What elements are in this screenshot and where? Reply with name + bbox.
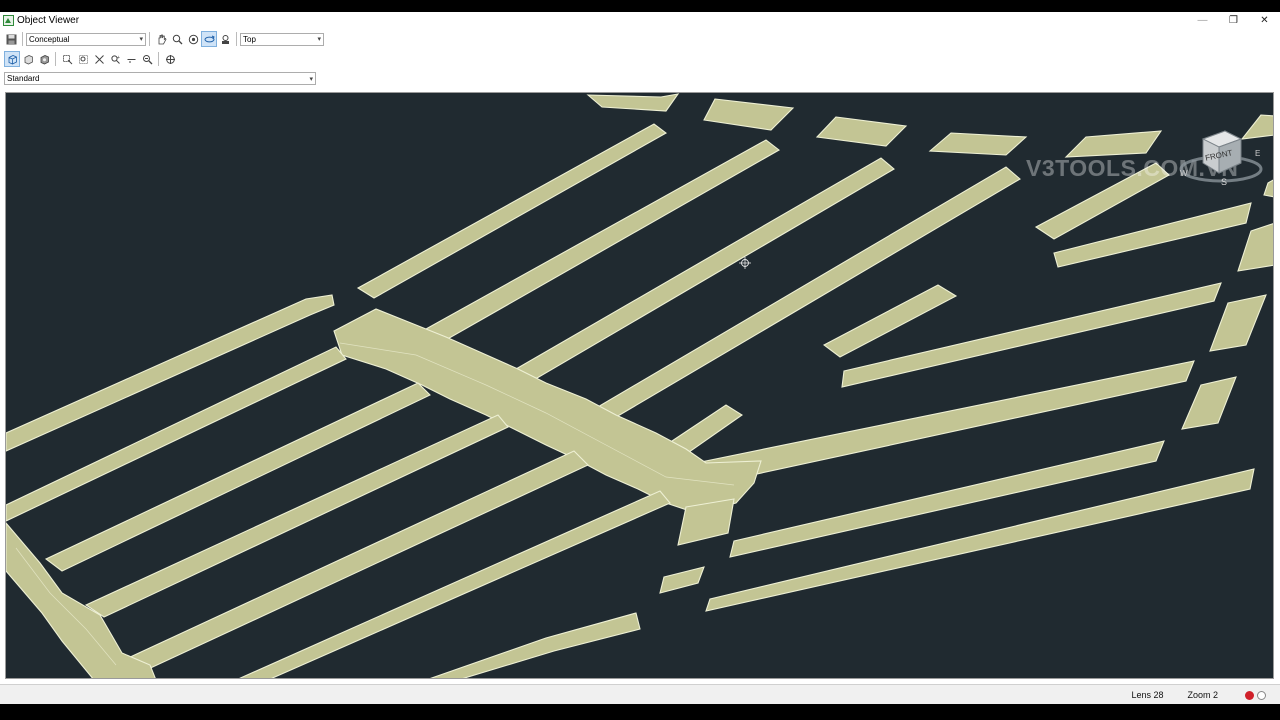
toolbar-separator bbox=[55, 52, 56, 66]
road-segment bbox=[1181, 376, 1237, 430]
compass-w-label: W bbox=[1180, 169, 1188, 178]
orbit-cursor-icon bbox=[739, 256, 751, 274]
toolbar-row-1: Conceptual ▾ Top ▾ bbox=[0, 29, 330, 49]
toolbar-separator bbox=[158, 52, 159, 66]
save-icon[interactable] bbox=[4, 32, 18, 46]
zoom-window-icon[interactable] bbox=[60, 52, 74, 66]
3d-viewport[interactable]: V3TOOLS.COM.VN FRONT W S E bbox=[5, 92, 1274, 679]
road-segment bbox=[928, 132, 1028, 156]
zoom-status: Zoom 2 bbox=[1187, 690, 1218, 700]
zoom-out-icon[interactable] bbox=[124, 52, 138, 66]
road-segment bbox=[1209, 294, 1267, 352]
status-lights[interactable] bbox=[1242, 690, 1266, 700]
chevron-down-icon: ▾ bbox=[309, 75, 313, 83]
road-segment bbox=[430, 612, 641, 678]
road-segment bbox=[586, 93, 680, 112]
road-segment bbox=[822, 284, 958, 358]
viewcube[interactable]: FRONT W S E bbox=[1169, 121, 1265, 193]
object-viewer-window: Object Viewer — ❐ ✕ Conceptual ▾ Top ▾ +… bbox=[0, 12, 1280, 705]
road-segment bbox=[703, 98, 795, 131]
chevron-down-icon: ▾ bbox=[317, 36, 321, 43]
svg-text:+: + bbox=[117, 55, 120, 61]
road-segment bbox=[356, 123, 668, 299]
window-title: Object Viewer bbox=[17, 15, 80, 26]
road-segment bbox=[659, 566, 705, 594]
toolbar-separator bbox=[22, 32, 23, 46]
ucs-icon[interactable] bbox=[163, 52, 177, 66]
top-black-bar bbox=[0, 0, 1280, 12]
style-select[interactable]: Standard ▾ bbox=[4, 72, 316, 85]
minimize-button[interactable]: — bbox=[1187, 12, 1218, 29]
bottom-black-bar bbox=[0, 704, 1280, 720]
toolbar-separator bbox=[149, 32, 150, 46]
toolbar-separator bbox=[236, 32, 237, 46]
free-orbit-icon[interactable] bbox=[201, 31, 217, 47]
view-select[interactable]: Top ▾ bbox=[240, 32, 324, 46]
zoom-extents-icon[interactable] bbox=[76, 52, 90, 66]
lens-status: Lens 28 bbox=[1131, 690, 1164, 700]
idle-light-icon bbox=[1257, 690, 1266, 700]
compass-s-label: S bbox=[1221, 177, 1228, 187]
road-segment bbox=[1263, 179, 1273, 198]
close-button[interactable]: ✕ bbox=[1249, 12, 1280, 29]
app-icon bbox=[3, 15, 14, 26]
style-value: Standard bbox=[7, 74, 40, 83]
chevron-down-icon: ▾ bbox=[139, 36, 143, 43]
visual-style-select[interactable]: Conceptual ▾ bbox=[26, 32, 146, 46]
title-bar: Object Viewer — ❐ ✕ bbox=[0, 12, 1280, 29]
orbit-icon[interactable] bbox=[186, 32, 200, 46]
zoom-realtime-icon[interactable] bbox=[140, 52, 154, 66]
road-segment bbox=[1064, 130, 1163, 158]
compass-e-label: E bbox=[1255, 149, 1261, 158]
visual-style-value: Conceptual bbox=[29, 34, 70, 44]
restore-button[interactable]: ❐ bbox=[1218, 12, 1249, 29]
pan-icon[interactable] bbox=[154, 32, 168, 46]
zoom-in-icon[interactable]: + bbox=[108, 52, 122, 66]
record-light-icon bbox=[1245, 690, 1254, 700]
shaded-icon[interactable] bbox=[37, 52, 51, 66]
zoom-all-icon[interactable] bbox=[92, 52, 106, 66]
zoom-icon[interactable] bbox=[170, 32, 184, 46]
road-segment bbox=[424, 139, 780, 342]
toolbar-row-2: + bbox=[0, 49, 330, 69]
wireframe-icon[interactable] bbox=[4, 51, 20, 67]
status-bar: Lens 28 Zoom 2 bbox=[0, 684, 1280, 705]
road-segment bbox=[815, 116, 908, 147]
hidden-icon[interactable] bbox=[21, 52, 35, 66]
view-value: Top bbox=[243, 34, 256, 44]
road-segment bbox=[1237, 223, 1273, 272]
continuous-orbit-icon[interactable] bbox=[218, 32, 232, 46]
